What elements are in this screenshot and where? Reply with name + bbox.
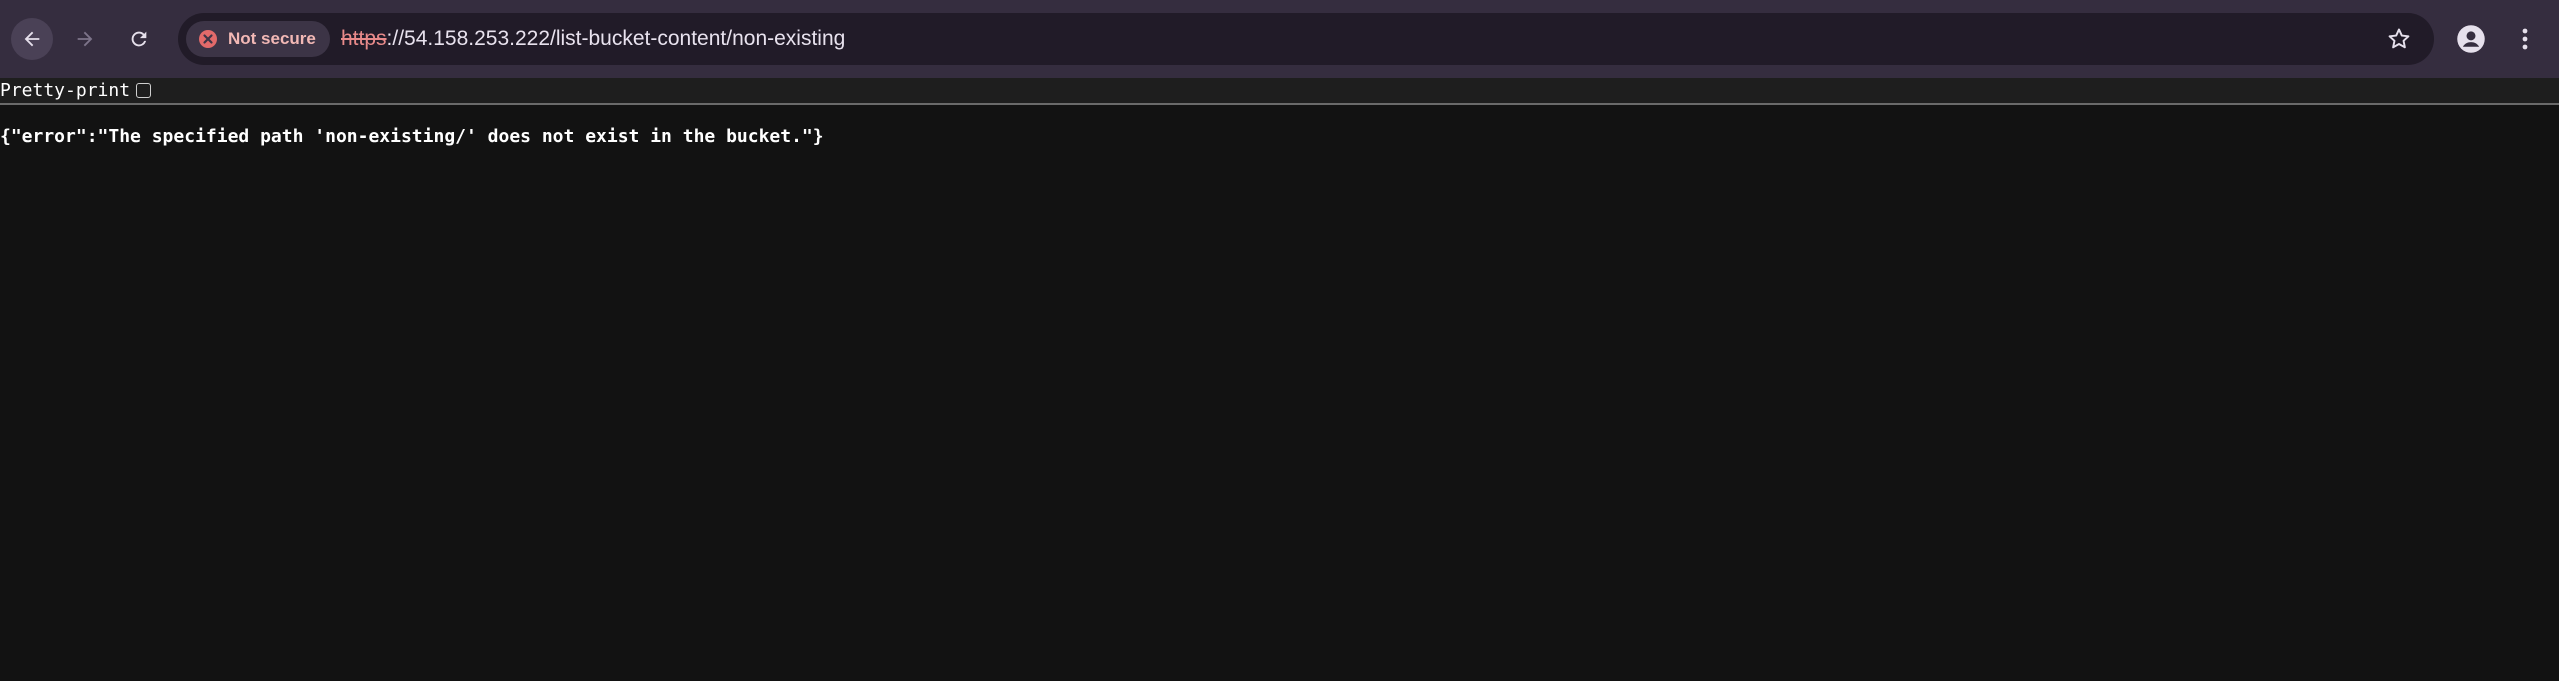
back-arrow-icon [24, 31, 40, 47]
forward-button[interactable] [64, 18, 106, 60]
site-security-chip[interactable]: Not secure [186, 21, 330, 57]
not-secure-icon [199, 30, 217, 48]
json-response-text: {"error":"The specified path 'non-existi… [0, 126, 824, 147]
star-icon[interactable] [2386, 26, 2412, 52]
url-path: ://54.158.253.222/list-bucket-content/no… [386, 27, 846, 50]
url-text[interactable]: https://54.158.253.222/list-bucket-conte… [341, 13, 845, 65]
profile-button[interactable] [2454, 22, 2488, 56]
kebab-menu-icon [2522, 28, 2528, 50]
profile-icon [2457, 25, 2485, 53]
forward-arrow-icon [77, 31, 93, 47]
pretty-print-checkbox[interactable] [136, 83, 151, 98]
reload-button[interactable] [118, 18, 160, 60]
pretty-print-label: Pretty-print [0, 80, 131, 101]
address-bar[interactable]: Not secure https://54.158.253.222/list-b… [178, 13, 2434, 65]
reload-icon [131, 31, 147, 47]
url-scheme: https [341, 27, 387, 50]
browser-menu-button[interactable] [2513, 22, 2537, 56]
pretty-print-bar: Pretty-print [0, 78, 2559, 105]
back-button[interactable] [11, 18, 53, 60]
browser-toolbar: Not secure https://54.158.253.222/list-b… [0, 0, 2559, 78]
not-secure-label: Not secure [228, 29, 316, 48]
